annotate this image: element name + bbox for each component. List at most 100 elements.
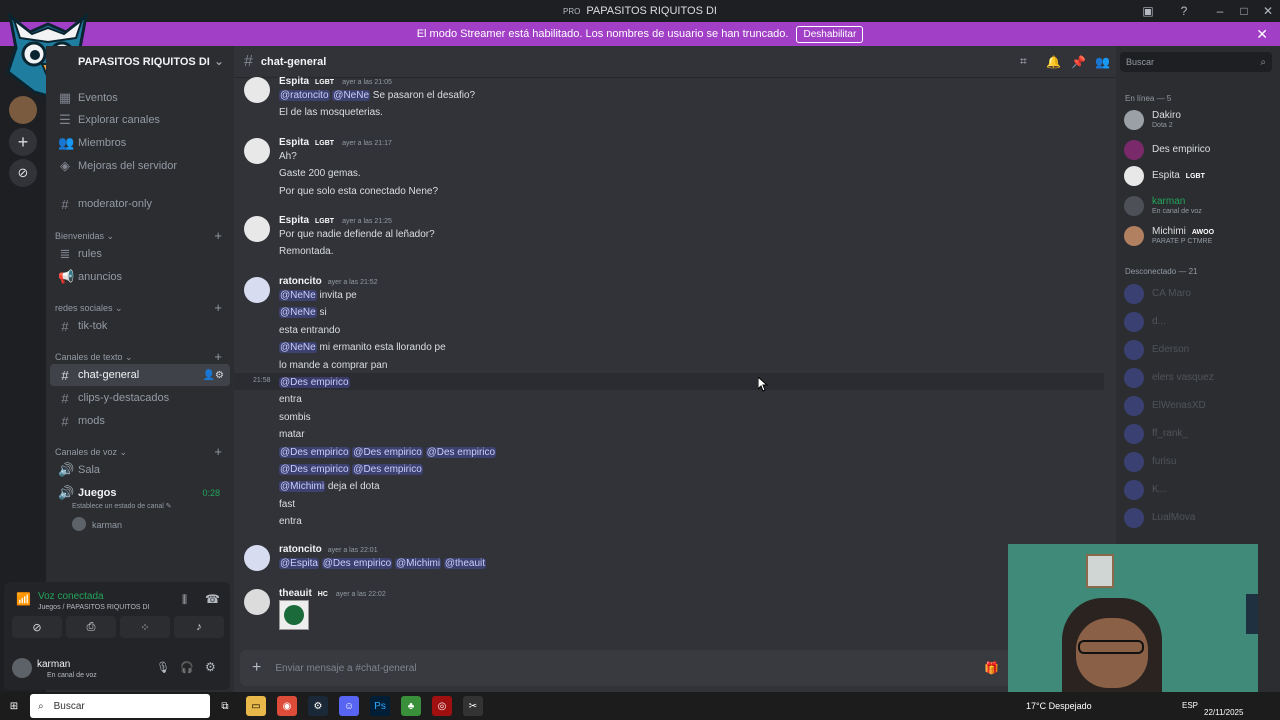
user-mention[interactable]: @Des empirico	[425, 446, 497, 458]
user-mention[interactable]: @Des empirico	[321, 558, 393, 569]
disconnect-icon[interactable]: ☎	[205, 592, 220, 606]
threads-icon[interactable]: ⌗	[1020, 54, 1027, 69]
message-author[interactable]: theauit HC ayer a las 22:02	[279, 588, 386, 599]
discord-icon[interactable]: ☺	[339, 696, 359, 716]
message-author[interactable]: Espita LGBT ayer a las 21:25	[279, 215, 392, 226]
category-redes-sociales[interactable]: redes sociales ⌄	[55, 303, 123, 314]
voice-channel-status[interactable]: Establece un estado de canal ✎	[72, 502, 172, 510]
sidebar-item-browse[interactable]: ☰ Explorar canales	[50, 109, 230, 131]
user-mention[interactable]: @Michimi	[395, 558, 442, 569]
channel-clips[interactable]: # clips-y-destacados	[50, 387, 230, 409]
avatar[interactable]	[244, 545, 270, 571]
member-list-icon[interactable]: 👥	[1095, 55, 1110, 69]
user-mention[interactable]: @theauit	[443, 558, 487, 569]
add-channel-icon[interactable]: +	[214, 228, 222, 243]
voice-user[interactable]: karman	[92, 520, 122, 530]
avatar[interactable]	[244, 138, 270, 164]
photoshop-icon[interactable]: Ps	[370, 696, 390, 716]
language[interactable]: ESP	[1182, 701, 1198, 710]
weather[interactable]: 17°C Despejado	[1026, 701, 1092, 711]
user-mention[interactable]: @Des empirico	[279, 446, 350, 458]
image-attachment[interactable]	[279, 600, 309, 630]
help-icon[interactable]: ?	[1172, 4, 1196, 18]
close-icon[interactable]: ✕	[1256, 26, 1268, 43]
inbox-icon[interactable]: ▣	[1136, 4, 1160, 18]
close-button[interactable]: ✕	[1256, 4, 1280, 18]
sidebar-item-boosts[interactable]: ◈ Mejoras del servidor	[50, 155, 230, 177]
add-channel-icon[interactable]: +	[214, 349, 222, 364]
user-mention[interactable]: @Des empirico	[279, 464, 350, 475]
user-mention[interactable]: @NeNe	[279, 290, 317, 301]
message-author[interactable]: ratoncito ayer a las 21:52	[279, 276, 378, 287]
app-icon[interactable]: ♣	[401, 696, 421, 716]
activities-button[interactable]: ⁘	[120, 616, 170, 638]
sidebar-item-events[interactable]: ▦ Eventos	[50, 87, 230, 109]
add-channel-icon[interactable]: +	[214, 300, 222, 315]
message-author[interactable]: Espita LGBT ayer a las 21:05	[279, 76, 392, 87]
user-mention[interactable]: @NeNe	[332, 90, 371, 101]
screen-share-button[interactable]: ⎙	[66, 616, 116, 638]
user-mention[interactable]: @Des empirico	[279, 377, 350, 388]
add-channel-icon[interactable]: +	[214, 444, 222, 459]
member-item[interactable]: karman En canal de voz	[1124, 194, 1274, 220]
user-mention[interactable]: @NeNe	[279, 342, 317, 354]
add-server-icon[interactable]: +	[9, 128, 37, 156]
chevron-down-icon[interactable]: ⌄	[214, 54, 224, 68]
member-item[interactable]: Espita LGBT	[1124, 164, 1274, 190]
channel-moderator-only[interactable]: # moderator-only	[50, 193, 230, 215]
disable-streamer-button[interactable]: Deshabilitar	[796, 25, 864, 43]
avatar[interactable]	[12, 658, 32, 678]
camera-button[interactable]: ⊘	[12, 616, 62, 638]
user-mention[interactable]: @ratoncito	[279, 90, 330, 101]
steam-icon[interactable]: ⚙	[308, 696, 328, 716]
maximize-button[interactable]: □	[1232, 4, 1256, 18]
channel-mods[interactable]: # mods	[50, 410, 230, 432]
message-author[interactable]: Espita LGBT ayer a las 21:17	[279, 137, 392, 148]
start-icon[interactable]: ⊞	[4, 696, 24, 716]
server-name[interactable]: PAPASITOS RIQUITOS DI	[78, 56, 210, 68]
soundboard-button[interactable]: ♪	[174, 616, 224, 638]
message-author[interactable]: ratoncito ayer a las 22:01	[279, 544, 378, 555]
message-composer[interactable]: + Enviar mensaje a #chat-general 🎁	[240, 650, 1110, 686]
file-explorer-icon[interactable]: ▭	[246, 696, 266, 716]
headphones-icon[interactable]: 🎧	[180, 661, 194, 674]
member-item-offline[interactable]: ElWenasXD	[1124, 394, 1274, 420]
taskbar-search[interactable]: ⌕ Buscar	[30, 694, 210, 718]
sidebar-item-members[interactable]: 👥 Miembros	[50, 132, 230, 154]
avatar[interactable]	[244, 216, 270, 242]
avatar[interactable]	[244, 277, 270, 303]
member-item-offline[interactable]: furisu	[1124, 450, 1274, 476]
user-mention[interactable]: @NeNe	[279, 307, 317, 319]
user-mention[interactable]: @Des empirico	[352, 464, 423, 475]
voice-connected-title[interactable]: Voz conectada	[38, 591, 104, 602]
member-item-offline[interactable]: K...	[1124, 478, 1274, 504]
member-item-offline[interactable]: LualMova	[1124, 506, 1274, 532]
explore-icon[interactable]: ⊘	[9, 159, 37, 187]
category-bienvenidas[interactable]: Bienvenidas ⌄	[55, 231, 114, 242]
minimize-button[interactable]: –	[1208, 4, 1232, 18]
category-canales-de-voz[interactable]: Canales de voz ⌄	[55, 447, 127, 458]
voice-channel-juegos[interactable]: 🔊 Juegos 0:28	[50, 482, 230, 504]
search-input[interactable]: Buscar ⌕	[1120, 52, 1272, 72]
member-item-offline[interactable]: elers vasquez	[1124, 366, 1274, 392]
capcut-icon[interactable]: ✂	[463, 696, 483, 716]
microphone-icon[interactable]: 🎙	[156, 661, 170, 674]
channel-settings-icon[interactable]: 👤⚙	[203, 370, 224, 381]
obs-icon[interactable]: ◎	[432, 696, 452, 716]
avatar[interactable]	[244, 77, 270, 103]
member-item-offline[interactable]: Ederson	[1124, 338, 1274, 364]
user-mention[interactable]: @Des empirico	[352, 446, 423, 458]
date[interactable]: 22/11/2025	[1204, 708, 1243, 717]
avatar[interactable]	[244, 589, 270, 615]
member-item-offline[interactable]: CA Maro	[1124, 282, 1274, 308]
channel-rules[interactable]: ≣ rules	[50, 243, 230, 265]
member-item[interactable]: Des empirico	[1124, 138, 1274, 164]
pin-icon[interactable]: 📌	[1071, 55, 1086, 69]
settings-icon[interactable]: ⚙	[205, 660, 216, 674]
member-item[interactable]: Dakiro Dota 2	[1124, 108, 1274, 134]
task-view-icon[interactable]: ⧉	[215, 696, 235, 716]
voice-channel-sala[interactable]: 🔊 Sala	[50, 459, 230, 481]
channel-chat-general[interactable]: # chat-general 👤⚙	[50, 364, 230, 386]
channel-tik-tok[interactable]: # tik-tok	[50, 315, 230, 337]
noise-icon[interactable]: ⫼	[182, 594, 187, 607]
